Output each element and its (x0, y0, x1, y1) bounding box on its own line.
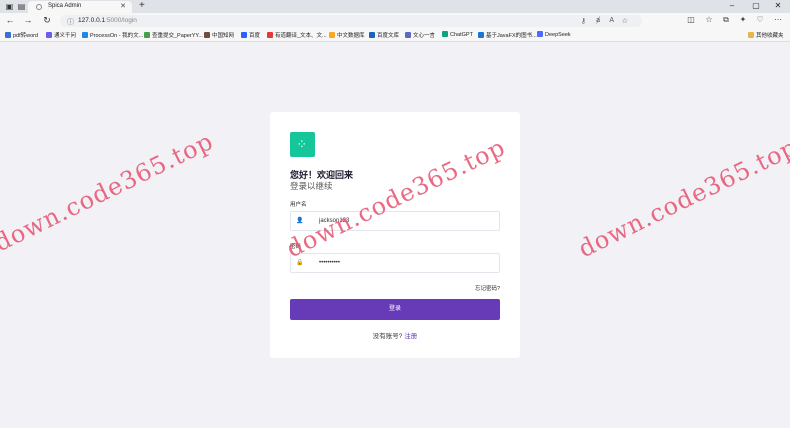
back-icon[interactable]: ← (5, 15, 15, 25)
favorite-star-icon[interactable]: ☆ (622, 17, 628, 25)
tab-spica-admin[interactable]: Spica Admin ✕ (28, 1, 132, 13)
page-body: ⁘ 您好！欢迎回来 登录以继续 用户名 👤 jackson123 密码 🔒 ••… (0, 42, 790, 428)
bookmark-icon (537, 31, 543, 37)
read-aloud-icon[interactable]: ⱥ (596, 17, 600, 24)
user-icon: 👤 (296, 218, 304, 224)
logo-mark-icon: ⁘ (298, 139, 306, 149)
bookmark-icon (144, 32, 150, 38)
split-screen-icon[interactable]: ◫ (686, 15, 696, 24)
bookmark-12[interactable]: DeepSeek (537, 31, 571, 38)
close-tab-icon[interactable]: ✕ (120, 2, 126, 10)
password-input[interactable]: 🔒 •••••••••• (290, 253, 500, 273)
bookmark-2[interactable]: ProcessOn - 我的文... (82, 31, 143, 39)
page-favicon-icon (36, 4, 42, 10)
no-account-text: 没有账号? (372, 333, 403, 340)
maximize-icon[interactable]: ▢ (750, 1, 762, 10)
tab-actions-icon[interactable]: ▤ (17, 2, 26, 11)
register-link[interactable]: 注册 (404, 333, 417, 340)
browser-essentials-icon[interactable]: ♡ (755, 15, 765, 24)
new-tab-button[interactable]: + (139, 0, 145, 11)
address-bar[interactable]: ⓘ 127.0.0.1:5000/login ⚷ ⱥ A ☆ (60, 15, 642, 27)
username-label: 用户名 (290, 202, 307, 208)
forgot-password-link[interactable]: 忘记密码? (475, 284, 500, 292)
close-window-icon[interactable]: ✕ (772, 1, 784, 10)
bookmark-icon (46, 32, 52, 38)
login-button[interactable]: 登录 (290, 299, 500, 320)
favorites-icon[interactable]: ☆ (704, 15, 714, 24)
bookmark-3[interactable]: 查重提交_PaperYY... (144, 31, 203, 39)
bookmark-icon (82, 32, 88, 38)
bookmark-icon (442, 31, 448, 37)
more-menu-icon[interactable]: ⋯ (773, 15, 783, 24)
watermark-text: down.code365.top (574, 132, 790, 264)
bookmark-icon (267, 32, 273, 38)
login-subtitle: 登录以继续 (290, 181, 333, 191)
text-size-icon[interactable]: A (609, 17, 614, 24)
password-value: •••••••••• (319, 260, 341, 266)
extensions-icon[interactable]: ✦ (738, 15, 748, 24)
bookmark-icon (329, 32, 335, 38)
profile-icon[interactable]: ▣ (5, 2, 14, 11)
bookmark-1[interactable]: 通义千问 (46, 31, 76, 39)
bookmark-icon (5, 32, 11, 38)
minimize-icon[interactable]: – (726, 1, 738, 10)
bookmark-icon (204, 32, 210, 38)
url-text: 127.0.0.1:5000/login (78, 17, 137, 24)
reload-icon[interactable]: ↻ (42, 15, 52, 26)
bookmark-0[interactable]: pdf转word (5, 31, 38, 39)
tab-title: Spica Admin (48, 3, 82, 9)
bookmark-icon (478, 32, 484, 38)
watermark-text: down.code365.top (0, 126, 218, 258)
bookmark-9[interactable]: 文心一言 (405, 31, 435, 39)
key-icon[interactable]: ⚷ (581, 17, 586, 25)
bookmarks-bar: pdf转word 通义千问 ProcessOn - 我的文... 查重提交_Pa… (0, 29, 790, 42)
site-info-icon[interactable]: ⓘ (67, 17, 74, 27)
bookmark-icon (241, 32, 247, 38)
forward-icon[interactable]: → (23, 15, 33, 25)
address-bar-row: ← → ↻ ⓘ 127.0.0.1:5000/login ⚷ ⱥ A ☆ ◫ ☆… (0, 13, 790, 29)
tab-strip: ▣ ▤ Spica Admin ✕ + – ▢ ✕ (0, 0, 790, 13)
bookmark-6[interactable]: 有道翻译_文本、文... (267, 31, 327, 39)
folder-icon (748, 32, 754, 38)
bookmark-8[interactable]: 百度文库 (369, 31, 399, 39)
bookmark-icon (369, 32, 375, 38)
bookmark-7[interactable]: 中文数据库 (329, 31, 365, 39)
bookmark-4[interactable]: 中国知网 (204, 31, 234, 39)
collections-icon[interactable]: ⧉ (721, 15, 731, 25)
bookmark-10[interactable]: ChatGPT (442, 31, 473, 38)
app-logo: ⁘ (290, 132, 315, 157)
signup-prompt: 没有账号? 注册 (270, 330, 520, 340)
bookmark-5[interactable]: 百度 (241, 31, 260, 39)
other-bookmarks[interactable]: 其他收藏夹 (748, 31, 784, 39)
bookmark-11[interactable]: 基于JavaFX的图书... (478, 31, 537, 39)
bookmark-icon (405, 32, 411, 38)
